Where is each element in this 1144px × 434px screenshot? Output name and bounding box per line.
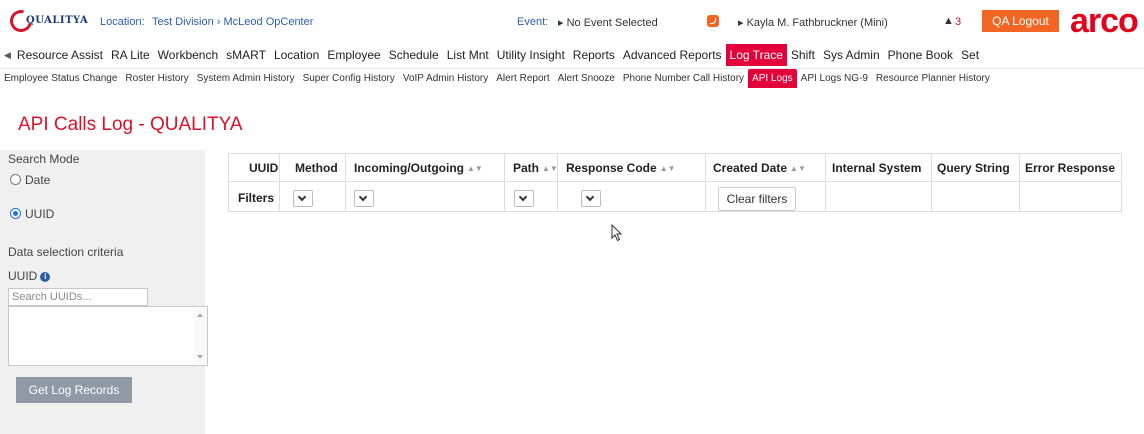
qa-logout-button[interactable]: QA Logout (982, 10, 1059, 32)
submenu-voip-admin-history[interactable]: VoIP Admin History (399, 69, 492, 88)
col-path-label: Path (513, 161, 540, 175)
menu-item-sys-admin[interactable]: Sys Admin (819, 44, 884, 66)
submenu-super-config-history[interactable]: Super Config History (299, 69, 399, 88)
menu-item-log-trace[interactable]: Log Trace (725, 44, 787, 66)
mouse-cursor-icon (611, 224, 623, 242)
uuid-label-text: UUID (8, 269, 38, 283)
menu-item-reports[interactable]: Reports (569, 44, 619, 66)
top-bar: QUALITYA Location: Test Division › McLeo… (0, 0, 1144, 42)
column-divider (279, 154, 280, 211)
submenu-api-logs-ng9[interactable]: API Logs NG-9 (797, 69, 872, 88)
textarea-scrollbar[interactable] (193, 307, 207, 365)
sort-icon[interactable]: ▲▼ (542, 155, 558, 183)
event-label: Event: (517, 16, 549, 28)
submenu-phone-number-call-history[interactable]: Phone Number Call History (619, 69, 748, 88)
api-logs-table: UUID Method Incoming/Outgoing ▲▼ Path ▲▼ R… (228, 153, 1122, 212)
col-created-date[interactable]: Created Date ▲▼ (713, 154, 806, 182)
qualitya-logo[interactable]: QUALITYA (5, 5, 89, 37)
clear-filters-button[interactable]: Clear filters (718, 187, 796, 211)
location-path-link[interactable]: Test Division › McLeod OpCenter (152, 16, 313, 28)
col-path[interactable]: Path ▲▼ (513, 154, 558, 182)
menu-item-ra-lite[interactable]: RA Lite (107, 44, 154, 66)
col-method: Method (295, 161, 338, 175)
menu-item-phone-book[interactable]: Phone Book (884, 44, 957, 66)
col-response-code[interactable]: Response Code ▲▼ (566, 154, 676, 182)
radio-date[interactable] (10, 174, 21, 185)
incoming-outgoing-filter-dropdown[interactable] (354, 190, 374, 207)
page-title: API Calls Log - QUALITYA (18, 114, 243, 135)
chevron-down-icon (518, 192, 528, 202)
logo-text: QUALITYA (26, 15, 89, 26)
col-query-string: Query String (937, 161, 1010, 175)
column-divider (345, 154, 346, 211)
col-incoming-outgoing[interactable]: Incoming/Outgoing ▲▼ (354, 154, 483, 182)
search-uuids-input[interactable] (8, 288, 148, 306)
sort-icon[interactable]: ▲▼ (660, 155, 676, 183)
uuid-list-textarea[interactable] (8, 306, 208, 366)
radio-date-label[interactable]: Date (25, 173, 50, 187)
get-log-records-button[interactable]: Get Log Records (16, 377, 132, 403)
submenu-alert-snooze[interactable]: Alert Snooze (554, 69, 619, 88)
filters-label: Filters (238, 191, 275, 205)
uuid-label: UUID i (8, 269, 51, 283)
col-created-date-label: Created Date (713, 161, 788, 175)
col-error-response: Error Response (1025, 161, 1116, 175)
sort-icon[interactable]: ▲▼ (467, 155, 483, 183)
method-filter-dropdown[interactable] (293, 190, 313, 207)
radio-uuid[interactable] (10, 208, 21, 219)
col-internal-system: Internal System (832, 161, 922, 175)
column-divider (931, 154, 932, 211)
submenu-roster-history[interactable]: Roster History (121, 69, 192, 88)
menu-item-schedule[interactable]: Schedule (385, 44, 443, 66)
menu-scroll-left-icon[interactable]: ◀ (0, 50, 13, 61)
col-response-code-label: Response Code (566, 161, 657, 175)
path-filter-dropdown[interactable] (514, 190, 534, 207)
scroll-down-icon[interactable] (197, 355, 203, 359)
sort-icon[interactable]: ▲▼ (790, 155, 806, 183)
menu-item-advanced-reports[interactable]: Advanced Reports (619, 44, 726, 66)
menu-item-resource-assist[interactable]: Resource Assist (13, 44, 107, 66)
column-divider (1019, 154, 1020, 211)
user-menu[interactable]: ▸ Kayla M. Fathbruckner (Mini) (738, 16, 888, 29)
menu-item-workbench[interactable]: Workbench (154, 44, 222, 66)
location-label: Location: (100, 16, 145, 28)
response-code-filter-dropdown[interactable] (581, 190, 601, 207)
submenu-api-logs[interactable]: API Logs (748, 69, 797, 88)
main-menu: ◀ Resource Assist RA Lite Workbench sMAR… (0, 44, 1144, 66)
column-divider (825, 154, 826, 211)
column-divider (504, 154, 505, 211)
submenu-alert-report[interactable]: Alert Report (492, 69, 553, 88)
menu-item-utility-insight[interactable]: Utility Insight (493, 44, 569, 66)
phone-icon[interactable] (707, 15, 719, 27)
menu-item-employee[interactable]: Employee (323, 44, 384, 66)
col-uuid: UUID (249, 161, 279, 175)
chevron-down-icon (358, 192, 368, 202)
radio-uuid-label[interactable]: UUID (25, 207, 54, 221)
scroll-up-icon[interactable] (197, 313, 203, 317)
alert-count[interactable]: 3 (955, 16, 961, 28)
menu-item-location[interactable]: Location (270, 44, 323, 66)
column-divider (557, 154, 558, 211)
menu-item-set[interactable]: Set (957, 44, 983, 66)
arcos-brand-logo: arco (1070, 2, 1139, 40)
menu-item-list-mnt[interactable]: List Mnt (443, 44, 493, 66)
bell-icon[interactable]: ▲ (943, 15, 954, 27)
event-selector[interactable]: ▸ No Event Selected (558, 16, 658, 29)
submenu-employee-status-change[interactable]: Employee Status Change (0, 69, 121, 88)
table-header: UUID Method Incoming/Outgoing ▲▼ Path ▲▼ R… (229, 154, 1121, 182)
chevron-down-icon (585, 192, 595, 202)
info-icon[interactable]: i (40, 272, 51, 282)
column-divider (705, 154, 706, 211)
menu-item-shift[interactable]: Shift (787, 44, 819, 66)
submenu-resource-planner-history[interactable]: Resource Planner History (872, 69, 994, 88)
search-panel: Search Mode Date UUID Data selection cri… (0, 150, 208, 434)
search-mode-label: Search Mode (8, 152, 80, 166)
menu-item-smart[interactable]: sMART (222, 44, 270, 66)
submenu-system-admin-history[interactable]: System Admin History (193, 69, 299, 88)
sub-menu: Employee Status Change Roster History Sy… (0, 68, 1144, 88)
chevron-down-icon (297, 192, 307, 202)
col-incoming-outgoing-label: Incoming/Outgoing (354, 161, 464, 175)
criteria-label: Data selection criteria (8, 245, 124, 259)
